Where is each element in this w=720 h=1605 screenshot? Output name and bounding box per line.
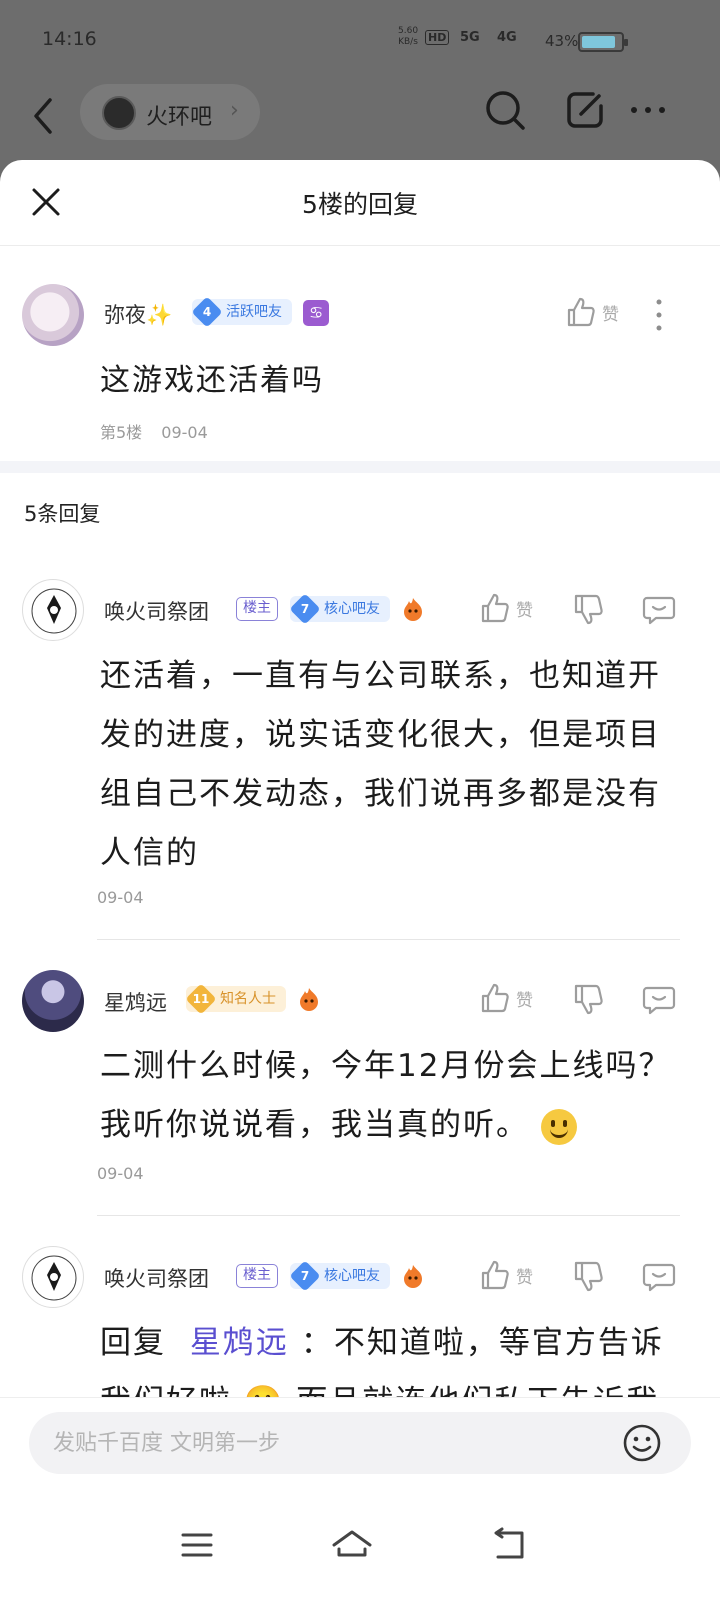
reply-count: 5条回复 (24, 502, 101, 526)
zodiac-icon: ♋ (303, 300, 329, 326)
sheet-title: 5楼的回复 (302, 190, 418, 219)
emoji-picker-icon[interactable] (621, 1422, 663, 1464)
status-bar: 14:16 5.60 KB/s HD 5G 4G 43% (0, 0, 720, 80)
thumbs-up-icon (481, 593, 509, 623)
avatar[interactable] (22, 1246, 84, 1308)
reply-date: 09-04 (97, 888, 144, 907)
reply-sheet: 5楼的回复 弥夜✨ 4 活跃吧友 ♋ 赞 这游戏还活着吗 第5楼 09-04 5… (0, 160, 720, 1605)
like-label: 赞 (602, 304, 619, 325)
chevron-right-icon: › (230, 98, 239, 123)
reply-input-bar (0, 1397, 720, 1495)
level-number: 7 (300, 1269, 310, 1283)
thumbs-up-icon (567, 297, 595, 327)
username[interactable]: 唤火司祭团 (104, 596, 209, 626)
back-nav-icon[interactable] (486, 1525, 530, 1565)
avatar[interactable] (22, 579, 84, 641)
battery-icon (578, 32, 628, 52)
edit-post-icon[interactable] (563, 88, 607, 132)
section-divider (0, 461, 720, 473)
reply-input-pill (29, 1412, 691, 1474)
flame-icon (404, 598, 422, 621)
level-title: 核心吧友 (324, 601, 380, 617)
forum-name: 火环吧 (146, 105, 213, 130)
reply-input[interactable] (53, 1426, 613, 1460)
avatar[interactable] (22, 284, 84, 346)
level-title: 知名人士 (220, 991, 276, 1007)
like-label: 赞 (516, 1267, 533, 1288)
menu-icon[interactable] (175, 1525, 219, 1565)
thumbs-up-icon (481, 1260, 509, 1290)
username[interactable]: 唤火司祭团 (104, 1263, 209, 1293)
home-icon[interactable] (330, 1525, 374, 1565)
mention-link[interactable]: 星鸩远 (190, 1325, 289, 1361)
comment-icon[interactable] (642, 592, 676, 626)
battery-fill (582, 36, 615, 48)
comment-icon[interactable] (642, 1259, 676, 1293)
signal-4g-icon: 4G (497, 30, 517, 45)
reply-content: 二测什么时候，今年12月份会上线吗？我听你说说看，我当真的听。 (100, 1037, 680, 1155)
like-label: 赞 (516, 990, 533, 1011)
comment-icon[interactable] (642, 982, 676, 1016)
owner-badge: 楼主 (236, 597, 278, 621)
flame-icon (300, 988, 318, 1011)
level-badge: 7 核心吧友 (289, 593, 390, 625)
post-content: 这游戏还活着吗 (100, 363, 324, 398)
owner-badge: 楼主 (236, 1264, 278, 1288)
thumbs-down-icon[interactable] (572, 982, 606, 1016)
smile-emoji-icon (540, 1108, 577, 1145)
reply-prefix: 回复 (100, 1325, 166, 1361)
search-icon[interactable] (483, 88, 527, 132)
forum-avatar (102, 96, 136, 130)
post-meta: 第5楼 09-04 (100, 419, 208, 443)
top-nav: 火环吧 › (0, 80, 720, 160)
status-time: 14:16 (42, 28, 97, 50)
like-button[interactable]: 赞 (480, 588, 533, 628)
battery-percent: 43% (545, 32, 579, 50)
forum-pill[interactable]: 火环吧 › (80, 84, 260, 140)
level-badge: 4 活跃吧友 (191, 296, 292, 328)
level-number: 11 (192, 992, 210, 1006)
post-date: 09-04 (161, 423, 208, 442)
system-nav-bar (0, 1495, 720, 1605)
like-label: 赞 (516, 600, 533, 621)
main-post: 弥夜✨ 4 活跃吧友 ♋ 赞 这游戏还活着吗 第5楼 09-04 (0, 247, 720, 621)
network-speed-value: 5.60 (398, 26, 419, 36)
thumbs-up-icon (481, 983, 509, 1013)
more-vertical-icon[interactable] (654, 298, 664, 332)
like-button[interactable]: 赞 (566, 292, 619, 332)
username[interactable]: 弥夜✨ (104, 299, 172, 329)
avatar[interactable] (22, 970, 84, 1032)
level-number: 7 (300, 602, 310, 616)
level-badge: 11 知名人士 (185, 983, 286, 1015)
divider (97, 1215, 680, 1216)
more-icon[interactable] (626, 88, 670, 132)
reply-content: 还活着，一直有与公司联系，也知道开发的进度，说实话变化很大，但是项目组自己不发动… (100, 658, 661, 871)
battery-tip (624, 39, 628, 46)
thumbs-down-icon[interactable] (572, 1259, 606, 1293)
level-badge: 7 核心吧友 (289, 1260, 390, 1292)
logo-icon (31, 1255, 77, 1301)
post-floor: 第5楼 (100, 423, 143, 442)
level-title: 活跃吧友 (226, 304, 282, 320)
level-number: 4 (202, 305, 212, 319)
sheet-header: 5楼的回复 (0, 160, 720, 246)
logo-icon (31, 588, 77, 634)
flame-icon (404, 1265, 422, 1288)
reply-text: 二测什么时候，今年12月份会上线吗？我听你说说看，我当真的听。 (100, 1048, 672, 1143)
like-button[interactable]: 赞 (480, 978, 533, 1018)
network-speed-unit: KB/s (398, 37, 418, 47)
username[interactable]: 星鸩远 (104, 987, 167, 1017)
reply-date: 09-04 (97, 1164, 144, 1183)
back-arrow-icon[interactable] (30, 94, 60, 138)
hd-icon: HD (425, 30, 450, 45)
network-speed: 5.60 KB/s (398, 26, 418, 48)
level-title: 核心吧友 (324, 1268, 380, 1284)
thumbs-down-icon[interactable] (572, 592, 606, 626)
divider (97, 939, 680, 940)
like-button[interactable]: 赞 (480, 1255, 533, 1295)
signal-5g-icon: 5G (460, 30, 480, 45)
